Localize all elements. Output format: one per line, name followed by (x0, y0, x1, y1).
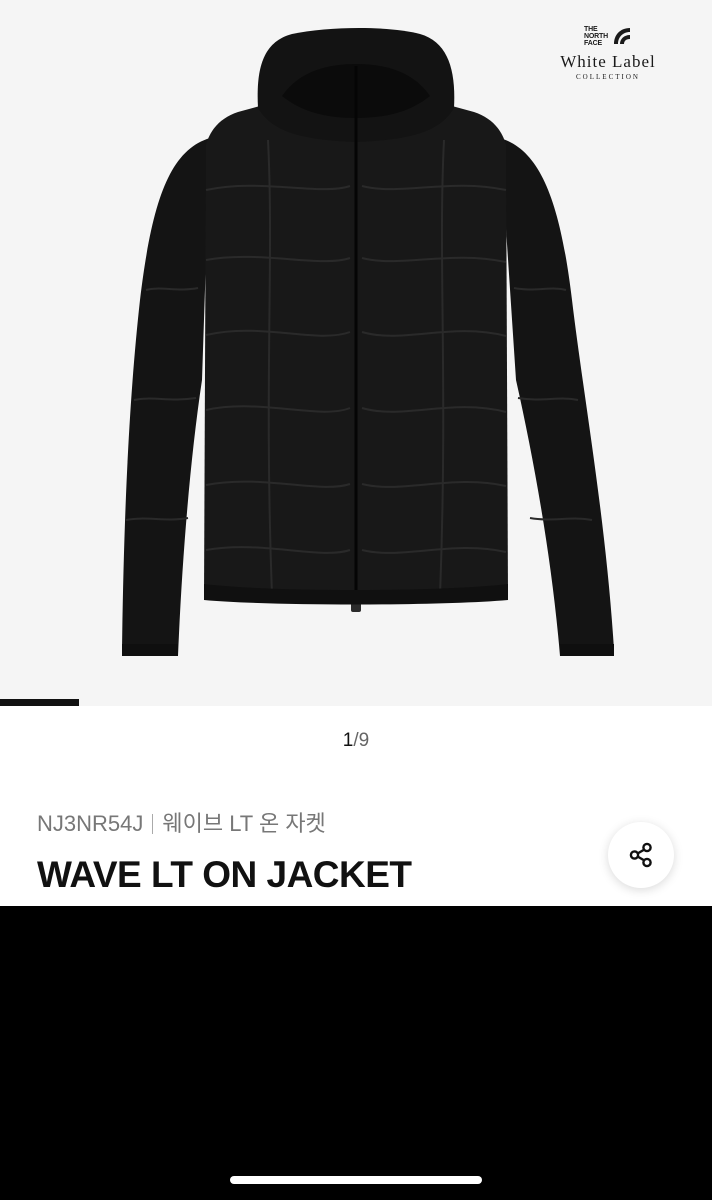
gallery-progress-fill (0, 699, 79, 706)
gallery-progress-bar (0, 699, 712, 706)
share-button[interactable] (608, 822, 674, 888)
tnf-line: THE (584, 25, 598, 33)
home-indicator[interactable] (230, 1176, 482, 1184)
product-code: NJ3NR54J (37, 811, 144, 836)
product-info: 1/9 NJ3NR54J 웨이브 LT 온 자켓 WAVE LT ON JACKE… (0, 706, 712, 906)
product-subtitle: NJ3NR54J 웨이브 LT 온 자켓 (37, 806, 326, 838)
white-label-subtitle: COLLECTION (576, 73, 640, 81)
product-name: WAVE LT ON JACKET (37, 854, 412, 895)
half-dome-icon (613, 28, 630, 44)
pager-current: 1 (342, 730, 354, 751)
tnf-logo: THE NORTH FACE (538, 22, 678, 50)
pager-total: 9 (358, 730, 370, 751)
brand-logo: THE NORTH FACE White Label COLLECTION (538, 22, 678, 82)
subtitle-divider (152, 814, 154, 834)
tnf-line: NORTH (584, 32, 608, 40)
tnf-line: FACE (584, 39, 602, 47)
product-image[interactable]: THE NORTH FACE White Label COLLECTION (0, 0, 712, 706)
jacket-photo (122, 28, 614, 656)
gallery-pager: 1/9 (0, 730, 712, 752)
share-icon (629, 842, 652, 868)
white-label-title: White Label (560, 52, 656, 71)
product-korean-name: 웨이브 LT 온 자켓 (162, 811, 326, 836)
